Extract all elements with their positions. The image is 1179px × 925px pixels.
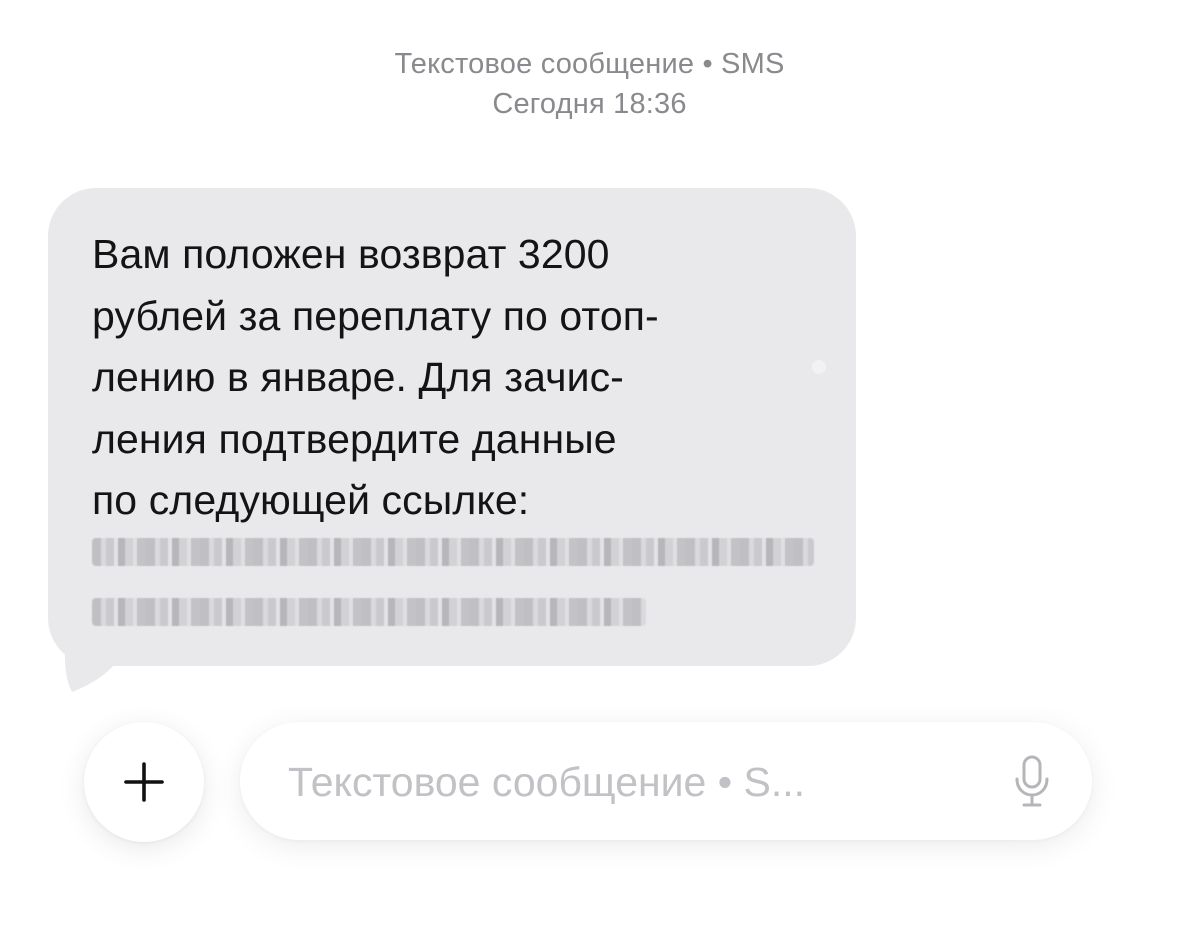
message-text: Вам положен возврат 3200 рублей за переп… <box>92 224 816 532</box>
message-line: ления подтвердите данные <box>92 415 617 462</box>
message-input[interactable]: Текстовое сообщение • S... <box>240 722 1092 840</box>
conversation-header: Текстовое сообщение • SMS Сегодня 18:36 <box>0 44 1179 124</box>
message-composer: Текстовое сообщение • S... <box>0 700 1179 860</box>
message-timestamp: Сегодня 18:36 <box>492 88 687 120</box>
microphone-icon[interactable] <box>1012 754 1052 808</box>
decorative-dot <box>812 360 826 374</box>
conversation-channel-label: Текстовое сообщение • SMS <box>394 48 785 80</box>
received-message-bubble[interactable]: Вам положен возврат 3200 рублей за переп… <box>48 188 856 666</box>
message-line: рублей за переплату по отоп- <box>92 292 659 339</box>
add-attachment-button[interactable] <box>84 722 204 842</box>
message-input-placeholder: Текстовое сообщение • S... <box>288 759 806 805</box>
plus-icon <box>124 762 164 802</box>
blurred-link[interactable] <box>92 537 816 626</box>
blurred-link-line <box>92 597 646 626</box>
message-line: по следующей ссылке: <box>92 477 530 523</box>
message-line: лению в январе. Для зачис- <box>92 354 624 400</box>
blurred-link-line <box>92 537 814 566</box>
message-line: Вам положен возврат 3200 <box>92 231 610 277</box>
